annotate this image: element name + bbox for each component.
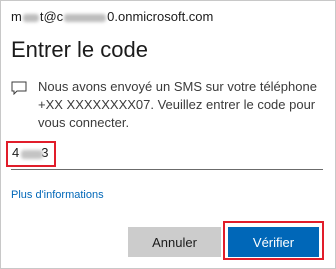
code-value-start: 4 [12, 145, 20, 160]
account-email-domain: 0.onmicrosoft.com [107, 9, 214, 24]
sign-in-dialog: m t@c 0.onmicrosoft.com Entrer le code Nou… [0, 0, 336, 269]
account-email: m t@c 0.onmicrosoft.com [11, 9, 213, 24]
redacted-text [22, 13, 39, 22]
redacted-code [21, 150, 43, 159]
page-title: Entrer le code [11, 37, 148, 62]
account-email-mid: t@c [39, 9, 64, 24]
verify-button[interactable]: Vérifier [228, 227, 319, 257]
sms-message-icon [11, 81, 27, 96]
redacted-text [64, 13, 107, 22]
cancel-button[interactable]: Annuler [128, 227, 221, 257]
code-input-underline [11, 169, 323, 170]
account-email-start: m [11, 9, 22, 24]
code-highlight-frame: 43 [6, 141, 56, 167]
sms-sent-message: Nous avons envoyé un SMS sur votre télép… [38, 79, 317, 130]
more-information-link[interactable]: Plus d'informations [11, 189, 104, 201]
